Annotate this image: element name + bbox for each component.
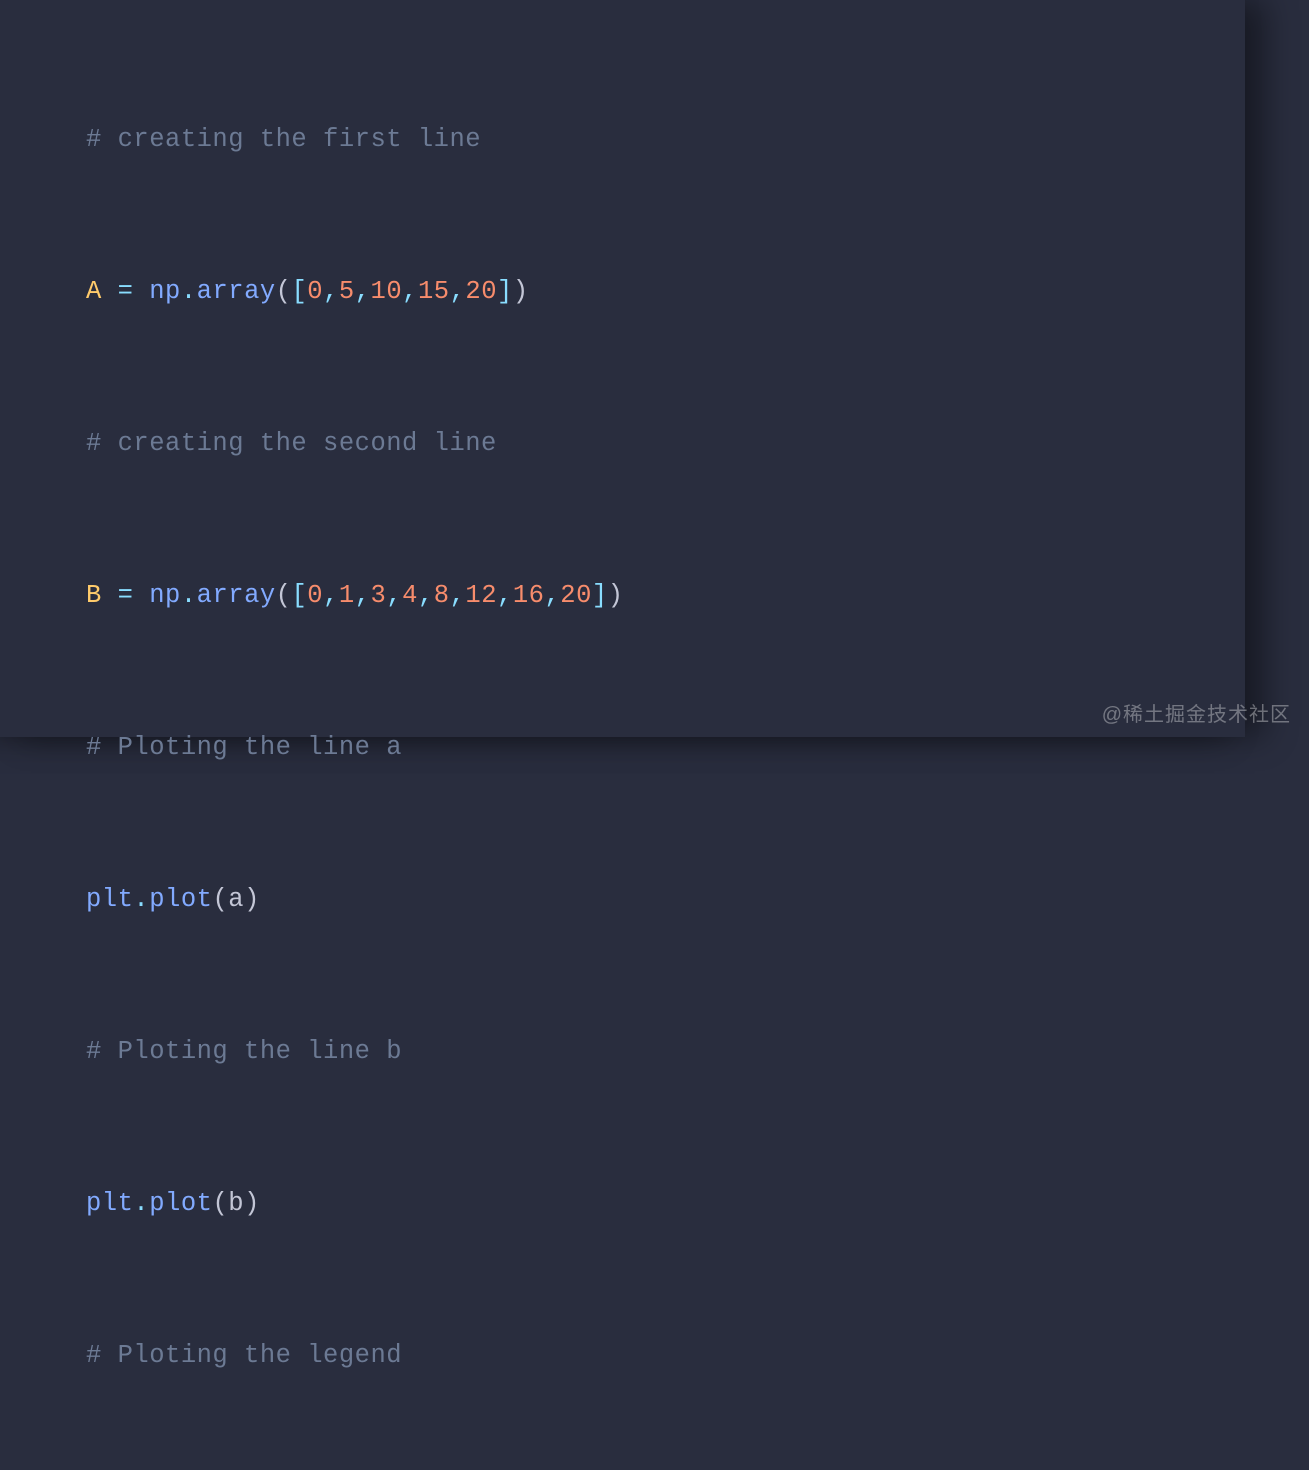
code-editor-pane: # creating the first lineA = np.array([0… [0,0,1245,737]
lparen: ( [276,277,292,306]
code-line[interactable] [86,330,624,406]
fn-array: array [197,277,276,306]
comma: , [450,581,466,610]
number: 16 [513,581,545,610]
comma: , [497,581,513,610]
rparen: ) [608,581,624,610]
rparen: ) [244,885,260,914]
number: 12 [465,581,497,610]
comma: , [355,277,371,306]
number: 10 [371,277,403,306]
dot: . [181,277,197,306]
variable: B [86,581,102,610]
code-line[interactable] [86,482,624,558]
code-line[interactable] [86,786,624,862]
comma: , [386,581,402,610]
dot: . [133,1189,149,1218]
code-line[interactable] [86,634,624,710]
comma: , [450,277,466,306]
code-line[interactable] [86,1090,624,1166]
comment: # Ploting the line a [86,733,402,762]
argument: a [228,885,244,914]
number: 5 [339,277,355,306]
module-np: np [149,277,181,306]
comma: , [402,277,418,306]
code-line[interactable]: A = np.array([0,5,10,15,20]) [86,254,624,330]
rparen: ) [244,1189,260,1218]
lparen: ( [212,885,228,914]
comma: , [418,581,434,610]
code-block[interactable]: # creating the first lineA = np.array([0… [86,0,624,1470]
comment: # Ploting the legend [86,1341,402,1370]
dot: . [181,581,197,610]
number: 1 [339,581,355,610]
code-line[interactable] [86,26,624,102]
gutter [0,0,62,737]
lbracket: [ [291,581,307,610]
equals-op: = [102,277,149,306]
module-plt: plt [86,885,133,914]
code-line[interactable] [86,1242,624,1318]
number: 8 [434,581,450,610]
code-line[interactable] [86,938,624,1014]
number: 20 [560,581,592,610]
number: 4 [402,581,418,610]
variable: A [86,277,102,306]
code-line[interactable]: plt.plot(b) [86,1166,624,1242]
argument: b [228,1189,244,1218]
code-line[interactable]: # creating the first line [86,102,624,178]
code-line[interactable]: plt.plot(a) [86,862,624,938]
comma: , [323,277,339,306]
lparen: ( [276,581,292,610]
module-plt: plt [86,1189,133,1218]
watermark: @稀土掘金技术社区 [1102,698,1291,727]
code-line[interactable]: # creating the second line [86,406,624,482]
code-line[interactable]: # Ploting the legend [86,1318,624,1394]
comment: # creating the second line [86,429,497,458]
dot: . [133,885,149,914]
partial [86,0,102,2]
number: 15 [418,277,450,306]
fn-plot: plot [149,1189,212,1218]
code-line[interactable]: # Ploting the line b [86,1014,624,1090]
rparen: ) [513,277,529,306]
code-line[interactable]: B = np.array([0,1,3,4,8,12,16,20]) [86,558,624,634]
lparen: ( [212,1189,228,1218]
code-line[interactable]: # Ploting the line a [86,710,624,786]
fn-plot: plot [149,885,212,914]
comma: , [355,581,371,610]
rbracket: ] [497,277,513,306]
lbracket: [ [291,277,307,306]
code-line[interactable] [86,1394,624,1470]
number: 3 [371,581,387,610]
number: 0 [307,277,323,306]
module-np: np [149,581,181,610]
comment: # creating the first line [86,125,481,154]
fn-array: array [197,581,276,610]
equals-op: = [102,581,149,610]
code-line[interactable] [86,0,624,26]
comment: # Ploting the line b [86,1037,402,1066]
rbracket: ] [592,581,608,610]
code-line[interactable] [86,178,624,254]
comma: , [544,581,560,610]
number: 20 [465,277,497,306]
comma: , [323,581,339,610]
number: 0 [307,581,323,610]
